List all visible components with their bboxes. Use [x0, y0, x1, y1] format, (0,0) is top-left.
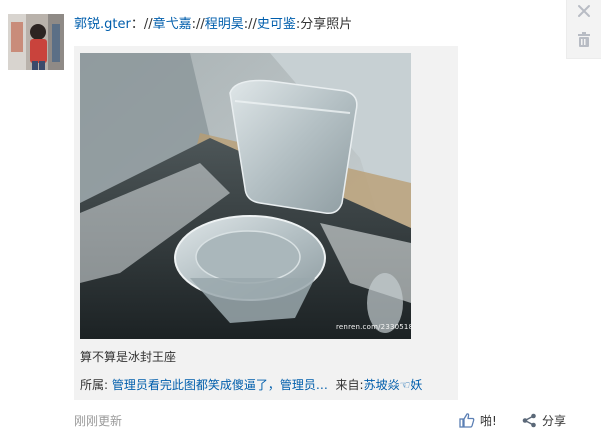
- like-button[interactable]: 啪!: [459, 410, 497, 430]
- trash-icon: [578, 31, 590, 47]
- mention-link-chengminghao[interactable]: 程明昊: [205, 17, 244, 32]
- author-avatar[interactable]: [8, 14, 64, 70]
- album-prefix: 所属:: [80, 378, 112, 392]
- share-label: 分享: [542, 413, 567, 428]
- share-button[interactable]: 分享: [522, 410, 566, 430]
- post-timestamp: 刚刚更新: [74, 414, 123, 428]
- album-link[interactable]: 管理员看完此图都笑成傻逼了，管理员…: [112, 378, 328, 392]
- repost-separator: ：//: [130, 17, 153, 32]
- close-button[interactable]: [573, 0, 595, 22]
- thumbs-up-icon: [459, 412, 475, 428]
- like-label: 啪!: [480, 413, 497, 428]
- ice-toilet-photo: [80, 53, 411, 339]
- photo-source-line: 所属: 管理员看完此图都笑成傻逼了，管理员… 来自:苏坡焱☜妖: [80, 376, 422, 393]
- author-link[interactable]: 郭锐.gter: [74, 17, 131, 32]
- mention-link-shikejian[interactable]: 史可鉴: [257, 17, 296, 32]
- shared-photo[interactable]: renren.com/23305188: [80, 53, 411, 339]
- share-icon: [522, 413, 536, 427]
- photo-watermark: renren.com/23305188: [336, 323, 411, 331]
- post-headline: 郭锐.gter：//章弋嘉://程明昊://史可鉴:分享照片: [74, 16, 544, 34]
- avatar-image: [8, 14, 64, 70]
- delete-button[interactable]: [573, 28, 595, 50]
- mention-link-zhangyijia[interactable]: 章弋嘉: [153, 17, 192, 32]
- from-prefix: 来自:: [335, 378, 364, 392]
- close-icon: [578, 5, 590, 17]
- from-user-link[interactable]: 苏坡焱☜妖: [364, 378, 423, 392]
- repost-separator: ://: [191, 17, 205, 32]
- photo-caption: 算不算是冰封王座: [80, 350, 177, 364]
- post-action-text: :分享照片: [295, 17, 353, 32]
- repost-separator: ://: [243, 17, 257, 32]
